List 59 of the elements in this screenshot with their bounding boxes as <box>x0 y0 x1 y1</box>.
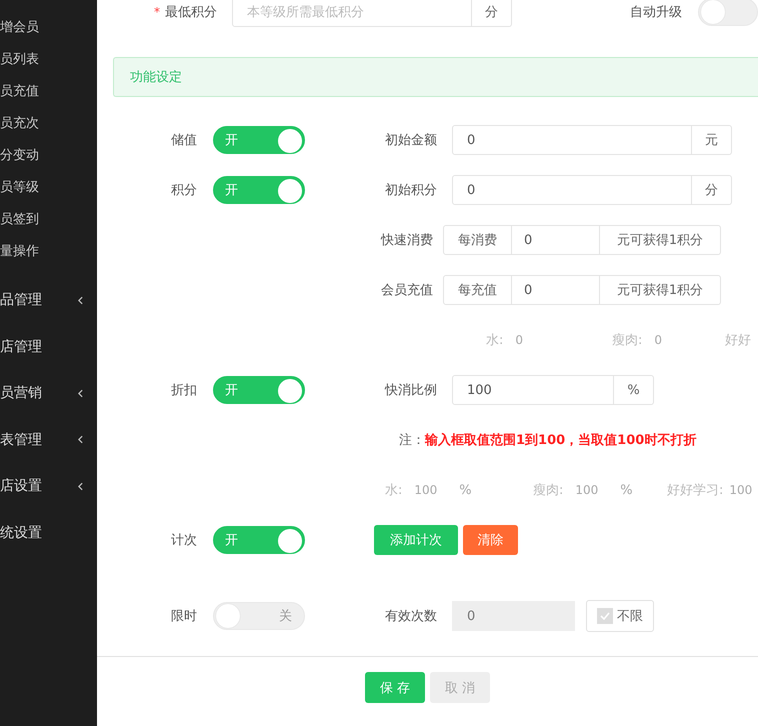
field-label: 最低积分 <box>165 4 217 21</box>
section-header: 功能设定 <box>113 57 758 97</box>
unit-addon: 元 <box>692 125 732 155</box>
input-field[interactable]: 100 <box>452 375 614 405</box>
suffix-addon: 元可获得1积分 <box>600 275 721 305</box>
sidebar-item[interactable]: 量操作 <box>0 236 97 268</box>
feature-label: 限时 <box>170 608 197 625</box>
note-text: 注：输入框取值范围1到100，当取值100时不打折 <box>398 432 696 449</box>
sidebar-item[interactable]: 员充次 <box>0 108 97 140</box>
toggle-switch[interactable] <box>698 0 758 26</box>
feature-label: 积分 <box>170 182 197 199</box>
sidebar-item[interactable]: 品管理 <box>0 291 42 310</box>
unit-addon: 分 <box>472 0 512 27</box>
sidebar-item[interactable]: 员等级 <box>0 172 97 204</box>
sidebar-item[interactable]: 员签到 <box>0 204 97 236</box>
unit-label: % <box>459 482 472 498</box>
feature-label: 计次 <box>170 532 197 549</box>
unit-addon: 分 <box>692 175 732 205</box>
prefix-addon: 每消费 <box>443 225 512 255</box>
sidebar-item[interactable]: 员列表 <box>0 44 97 76</box>
input-field[interactable]: 0 <box>452 175 692 205</box>
level-value: 100 <box>414 483 438 497</box>
sidebar-item[interactable]: 员营销 <box>0 384 42 402</box>
field-label: 初始积分 <box>384 182 437 199</box>
field-label: 快消比例 <box>384 382 437 399</box>
level-value: 0 <box>654 333 662 347</box>
unit-addon: % <box>614 375 654 405</box>
feature-label: 储值 <box>170 132 197 149</box>
sidebar-item[interactable]: 店设置 <box>0 477 42 496</box>
input-field[interactable]: 0 <box>512 275 600 305</box>
sidebar-item[interactable]: 表管理 <box>0 430 42 449</box>
sidebar-item[interactable]: 分变动 <box>0 140 97 172</box>
required-mark: * <box>154 5 160 19</box>
sidebar-item[interactable]: 统设置 <box>0 524 42 542</box>
check-icon <box>599 610 611 622</box>
prefix-addon: 每充值 <box>443 275 512 305</box>
level-name: 水: <box>385 482 402 499</box>
field-label: 有效次数 <box>384 608 437 625</box>
sidebar-item[interactable]: 员充值 <box>0 76 97 108</box>
input-field[interactable]: 本等级所需最低积分 <box>232 0 472 27</box>
field-label: 会员充值 <box>380 282 433 299</box>
level-name: 瘦肉: <box>612 332 642 349</box>
field-label: 自动升级 <box>630 4 682 21</box>
level-name: 瘦肉: <box>533 482 564 499</box>
level-value: 100 <box>575 483 598 497</box>
field-label: 初始金额 <box>384 132 437 149</box>
level-name: 好好 <box>725 332 751 349</box>
suffix-addon: 元可获得1积分 <box>600 225 721 255</box>
sidebar-item[interactable]: 店管理 <box>0 338 42 356</box>
level-value: 0 <box>515 333 524 347</box>
level-name: 好好学习: <box>667 482 724 499</box>
field-label: 快速消费 <box>380 232 433 249</box>
unit-label: % <box>620 482 633 498</box>
level-name: 水: <box>486 332 504 349</box>
input-field[interactable]: 0 <box>452 125 692 155</box>
feature-label: 折扣 <box>170 382 197 399</box>
sidebar-item[interactable]: 增会员 <box>0 12 97 44</box>
level-value: 100 <box>729 483 752 497</box>
input-field[interactable]: 0 <box>512 225 600 255</box>
